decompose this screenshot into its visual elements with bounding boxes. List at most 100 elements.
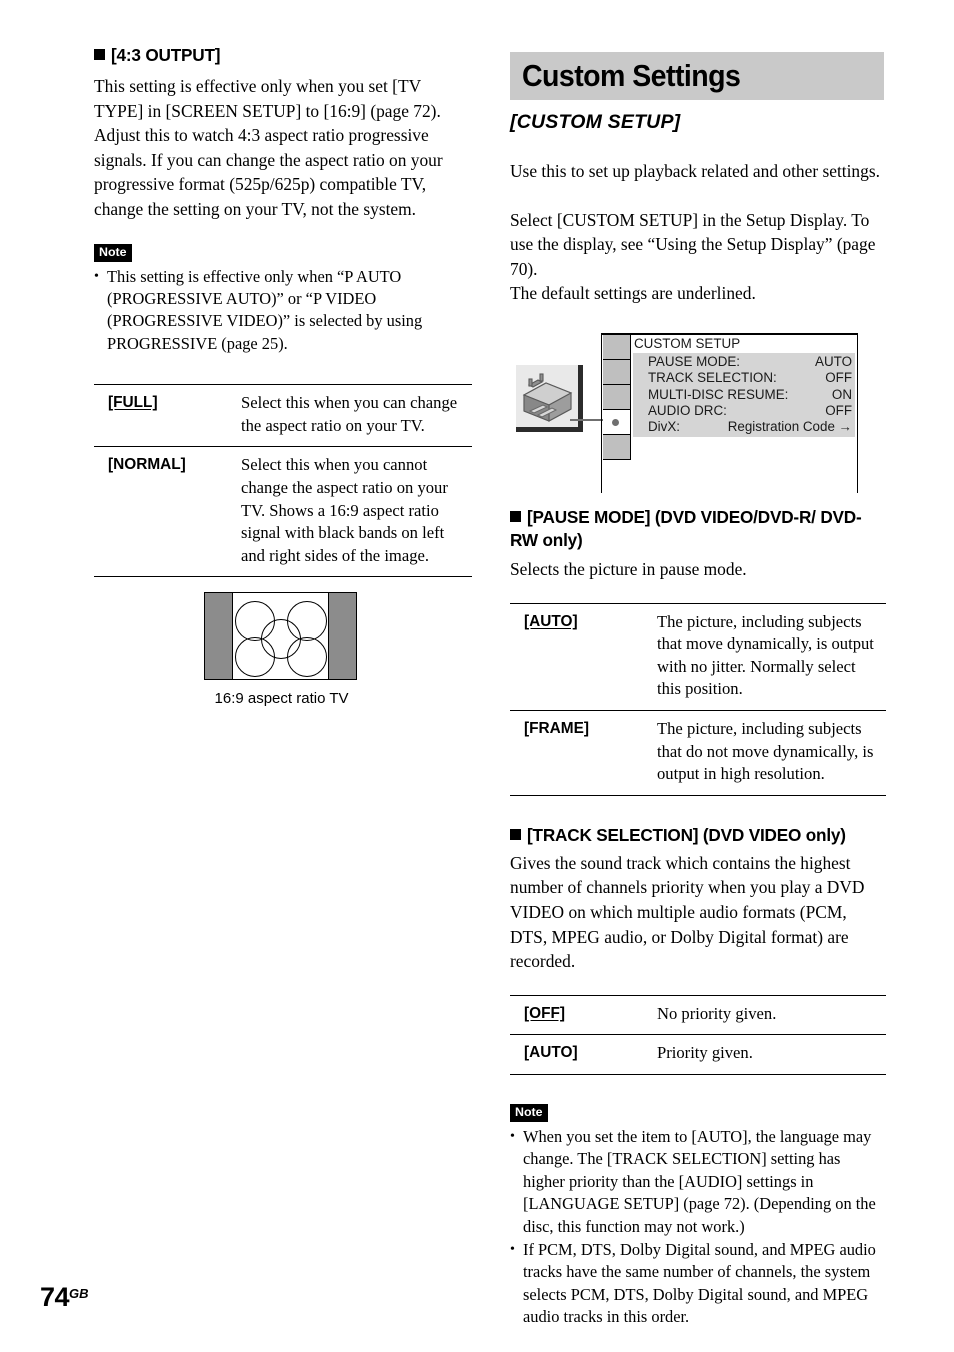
option-description: Priority given.	[657, 1043, 753, 1063]
note-block-right: Note When you set the item to [AUTO], th…	[510, 1103, 886, 1329]
setup-menu-item-audio-drc[interactable]: AUDIO DRC: OFF	[636, 403, 852, 419]
option-term: [NORMAL]	[94, 447, 241, 577]
setup-tab-1[interactable]	[603, 334, 631, 360]
bullet-square-icon	[94, 49, 105, 60]
option-term-label: [AUTO]	[524, 1044, 578, 1062]
tv-screen	[204, 592, 357, 680]
bullet-square-icon	[510, 828, 521, 840]
tv-circle	[287, 637, 327, 677]
menu-item-label: MULTI-DISC RESUME:	[648, 386, 789, 402]
heading-text: [TRACK SELECTION] (DVD VIDEO only)	[527, 824, 846, 845]
setup-menu-title: CUSTOM SETUP	[634, 335, 741, 351]
option-term-label: [NORMAL]	[108, 456, 186, 474]
option-description: Select this when you can change the aspe…	[241, 393, 458, 435]
tv-circle	[235, 637, 275, 677]
setup-tab-5[interactable]	[603, 434, 631, 460]
setup-menu-item-multi-disc-resume[interactable]: MULTI-DISC RESUME: ON	[636, 387, 852, 403]
note-list-right: When you set the item to [AUTO], the lan…	[510, 1126, 886, 1329]
option-term: [FRAME]	[510, 710, 657, 795]
menu-item-value: Registration Code →	[727, 419, 852, 435]
heading-text: [4:3 OUTPUT]	[111, 45, 221, 65]
table-row: [OFF] No priority given.	[510, 995, 886, 1035]
option-term: [FULL]	[94, 385, 241, 447]
intro-paragraph-1: Use this to set up playback related and …	[510, 161, 880, 181]
option-term-label: [AUTO]	[524, 612, 578, 630]
track-selection-intro: Gives the sound track which contains the…	[510, 852, 865, 972]
menu-item-value: AUTO	[815, 353, 852, 369]
option-description: The picture, including subjects that do …	[657, 718, 874, 784]
option-term-label: [FRAME]	[524, 719, 589, 737]
heading-text: [PAUSE MODE] (DVD VIDEO/DVD-R/ DVD-RW on…	[510, 506, 862, 550]
options-table-track-selection: [OFF] No priority given. [AUTO] Priority…	[510, 995, 886, 1075]
tv-black-band-left	[205, 593, 233, 679]
section-heading-pause-mode: [PAUSE MODE] (DVD VIDEO/DVD-R/ DVD-RW on…	[510, 506, 886, 552]
setup-tab-4-selected[interactable]	[603, 409, 631, 435]
page-number-value: 74	[40, 1282, 70, 1312]
option-term: [AUTO]	[510, 603, 657, 710]
setup-display-figure: CUSTOM SETUP PAUSE MODE: AUTO TRACK SELE…	[510, 328, 886, 496]
chapter-banner: Custom Settings	[510, 52, 884, 100]
menu-item-value: ON	[831, 386, 852, 402]
page-title: Custom Settings	[522, 58, 741, 93]
intro-paragraph-2: Select [CUSTOM SETUP] in the Setup Displ…	[510, 209, 876, 304]
body-paragraph-43-output: This setting is effective only when you …	[94, 76, 443, 219]
note-item: If PCM, DTS, Dolby Digital sound, and MP…	[510, 1239, 886, 1329]
manual-page: [4:3 OUTPUT] This setting is effective o…	[0, 0, 954, 1352]
note-item: When you set the item to [AUTO], the lan…	[510, 1126, 886, 1238]
menu-item-value: OFF	[825, 402, 852, 418]
table-row: [AUTO] Priority given.	[510, 1034, 886, 1075]
selected-tab-dot-icon	[612, 418, 619, 426]
table-row: [NORMAL] Select this when you cannot cha…	[94, 446, 472, 577]
option-term-label: [OFF]	[524, 1004, 566, 1022]
menu-item-label: TRACK SELECTION:	[648, 370, 777, 386]
setup-menu-item-pause-mode[interactable]: PAUSE MODE: AUTO	[636, 354, 852, 370]
section-heading-track-selection: [TRACK SELECTION] (DVD VIDEO only)	[510, 824, 886, 847]
bullet-square-icon	[510, 510, 521, 522]
setup-tab-3[interactable]	[603, 384, 631, 410]
note-badge: Note	[94, 243, 132, 262]
menu-item-value: OFF	[825, 370, 852, 386]
option-description: The picture, including subjects that mov…	[657, 611, 874, 699]
left-column: [4:3 OUTPUT] This setting is effective o…	[94, 44, 472, 577]
setup-menu-item-track-selection[interactable]: TRACK SELECTION: OFF	[636, 370, 852, 386]
toolbox-icon	[516, 364, 583, 432]
option-term-label: [FULL]	[108, 394, 158, 412]
right-column: Custom Settings [CUSTOM SETUP] Use this …	[510, 52, 886, 1330]
setup-menu-list: PAUSE MODE: AUTO TRACK SELECTION: OFF MU…	[633, 352, 855, 438]
note-badge: Note	[510, 1103, 548, 1122]
tv-black-band-right	[328, 593, 356, 679]
setup-menu-area: CUSTOM SETUP PAUSE MODE: AUTO TRACK SELE…	[633, 335, 855, 438]
section-heading-43-output: [4:3 OUTPUT]	[94, 44, 472, 67]
setup-menu-item-divx[interactable]: DivX: Registration Code →	[636, 419, 852, 435]
menu-item-label: DivX:	[648, 419, 680, 435]
options-table-pause-mode: [AUTO] The picture, including subjects t…	[510, 603, 886, 796]
page-number: 74GB	[40, 1282, 89, 1313]
option-term: [OFF]	[510, 995, 657, 1035]
page-region-suffix: GB	[69, 1286, 89, 1301]
note-list-left: This setting is effective only when “P A…	[94, 266, 472, 356]
toolbox-icon-glyph	[522, 373, 573, 422]
option-description: Select this when you cannot change the a…	[241, 455, 448, 565]
table-row: [FULL] Select this when you can change t…	[94, 384, 472, 447]
pause-mode-intro: Selects the picture in pause mode.	[510, 558, 747, 579]
tv-figure-caption: 16:9 aspect ratio TV	[214, 690, 349, 707]
note-block-left: Note This setting is effective only when…	[94, 243, 472, 356]
table-row: [AUTO] The picture, including subjects t…	[510, 603, 886, 710]
section-subtitle: [CUSTOM SETUP]	[510, 111, 681, 133]
menu-item-label: PAUSE MODE:	[648, 353, 741, 369]
options-table-43-output: [FULL] Select this when you can change t…	[94, 384, 472, 577]
menu-item-label: AUDIO DRC:	[648, 402, 727, 418]
option-description: No priority given.	[657, 1003, 777, 1023]
note-item: This setting is effective only when “P A…	[94, 266, 472, 356]
option-term: [AUTO]	[510, 1035, 657, 1075]
setup-tab-2[interactable]	[603, 359, 631, 385]
tv-aspect-figure: 16:9 aspect ratio TV	[204, 592, 359, 707]
setup-tab-column	[603, 334, 631, 460]
table-row: [FRAME] The picture, including subjects …	[510, 710, 886, 796]
